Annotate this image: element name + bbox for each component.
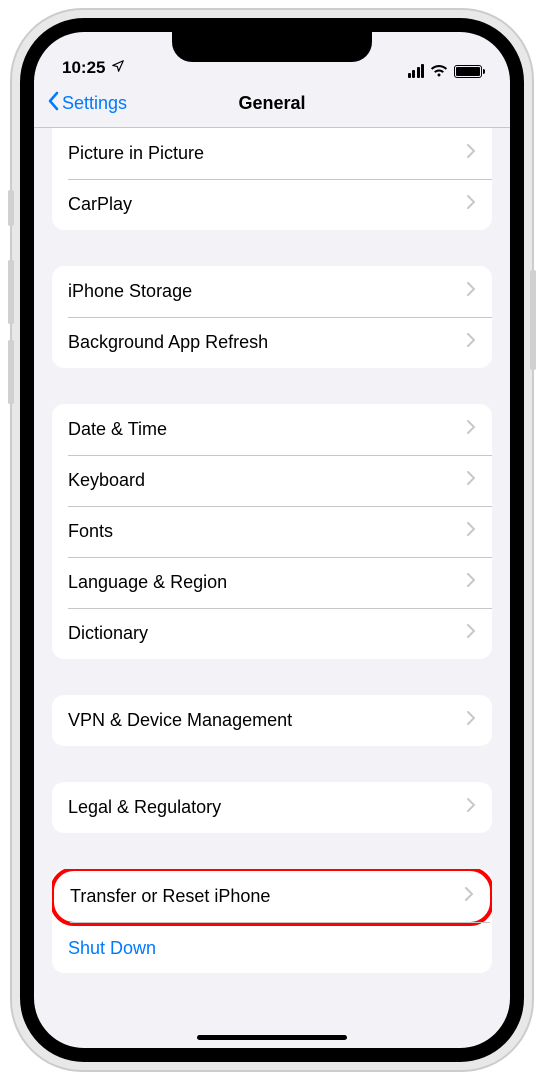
power-button [530, 270, 536, 370]
location-icon [111, 59, 125, 77]
back-button[interactable]: Settings [46, 90, 127, 118]
row-dictionary[interactable]: Dictionary [52, 608, 492, 659]
chevron-right-icon [466, 331, 476, 354]
nav-bar: Settings General [34, 80, 510, 128]
screen: 10:25 [34, 32, 510, 1048]
phone-frame: 10:25 [12, 10, 532, 1070]
chevron-right-icon [466, 418, 476, 441]
row-label: Fonts [68, 521, 113, 542]
mute-switch [8, 190, 14, 226]
row-carplay[interactable]: CarPlay [52, 179, 492, 230]
row-legal-regulatory[interactable]: Legal & Regulatory [52, 782, 492, 833]
row-label: VPN & Device Management [68, 710, 292, 731]
row-label: CarPlay [68, 194, 132, 215]
chevron-right-icon [466, 571, 476, 594]
row-background-app-refresh[interactable]: Background App Refresh [52, 317, 492, 368]
battery-icon [454, 65, 482, 78]
chevron-right-icon [466, 622, 476, 645]
wifi-icon [430, 64, 448, 78]
row-label: Date & Time [68, 419, 167, 440]
row-shut-down[interactable]: Shut Down [52, 924, 492, 973]
row-label: Picture in Picture [68, 143, 204, 164]
settings-group: Picture in Picture CarPlay [52, 128, 492, 230]
row-date-time[interactable]: Date & Time [52, 404, 492, 455]
chevron-right-icon [464, 885, 474, 908]
row-label: Legal & Regulatory [68, 797, 221, 818]
chevron-right-icon [466, 280, 476, 303]
row-fonts[interactable]: Fonts [52, 506, 492, 557]
row-transfer-or-reset-iphone[interactable]: Transfer or Reset iPhone [52, 869, 492, 926]
settings-group: Transfer or Reset iPhone Shut Down [52, 869, 492, 973]
row-label: Shut Down [68, 938, 156, 959]
settings-group: Legal & Regulatory [52, 782, 492, 833]
row-label: Language & Region [68, 572, 227, 593]
row-language-region[interactable]: Language & Region [52, 557, 492, 608]
row-label: Keyboard [68, 470, 145, 491]
notch [172, 32, 372, 62]
row-keyboard[interactable]: Keyboard [52, 455, 492, 506]
chevron-left-icon [46, 90, 60, 118]
chevron-right-icon [466, 796, 476, 819]
cellular-signal-icon [408, 64, 425, 78]
page-title: General [238, 93, 305, 114]
content-scroll[interactable]: Picture in Picture CarPlay iPhone Storage B… [34, 128, 510, 1048]
chevron-right-icon [466, 520, 476, 543]
status-time: 10:25 [62, 58, 105, 78]
chevron-right-icon [466, 469, 476, 492]
home-indicator[interactable] [197, 1035, 347, 1040]
row-label: Transfer or Reset iPhone [70, 886, 270, 907]
chevron-right-icon [466, 193, 476, 216]
settings-group: VPN & Device Management [52, 695, 492, 746]
settings-group: Date & Time Keyboard Fonts Language & Regio… [52, 404, 492, 659]
chevron-right-icon [466, 142, 476, 165]
settings-group: iPhone Storage Background App Refresh [52, 266, 492, 368]
row-label: Dictionary [68, 623, 148, 644]
row-label: iPhone Storage [68, 281, 192, 302]
row-iphone-storage[interactable]: iPhone Storage [52, 266, 492, 317]
row-vpn-device-management[interactable]: VPN & Device Management [52, 695, 492, 746]
row-label: Background App Refresh [68, 332, 268, 353]
volume-up-button [8, 260, 14, 324]
row-picture-in-picture[interactable]: Picture in Picture [52, 128, 492, 179]
volume-down-button [8, 340, 14, 404]
back-label: Settings [62, 93, 127, 114]
chevron-right-icon [466, 709, 476, 732]
